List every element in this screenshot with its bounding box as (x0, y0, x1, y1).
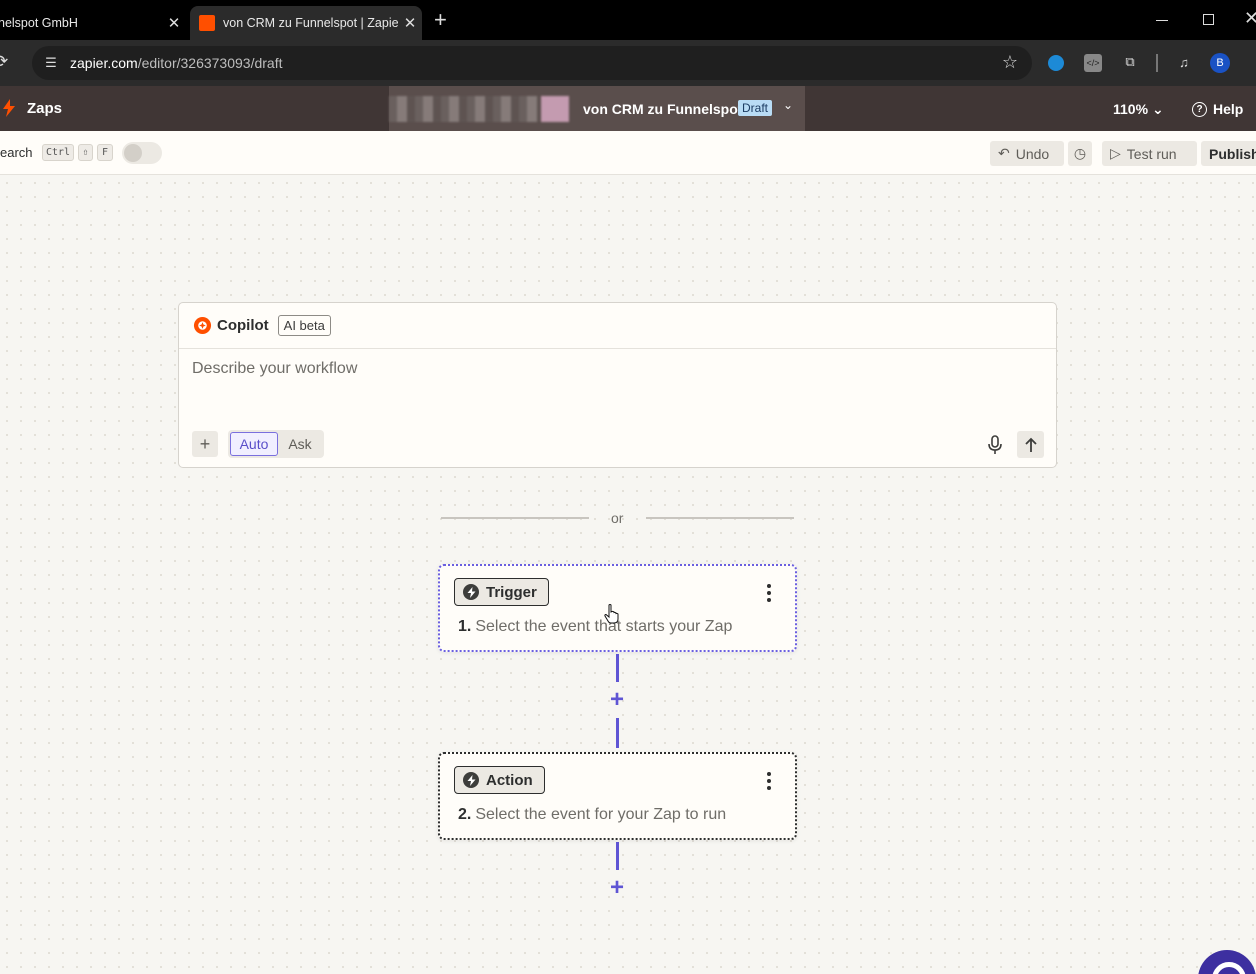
copilot-panel: Copilot AI beta + Auto Ask (178, 302, 1057, 468)
media-control-icon[interactable]: ♫ (1174, 52, 1194, 72)
chevron-down-icon[interactable]: ⌄ (783, 98, 793, 112)
more-options-icon[interactable] (766, 584, 772, 602)
shortcut-ctrl-key: Ctrl (42, 144, 75, 161)
trigger-badge-label: Trigger (486, 583, 537, 601)
copilot-header: Copilot AI beta (179, 303, 1056, 349)
attach-plus-button[interactable]: + (192, 431, 218, 457)
reload-icon[interactable]: ⟳ (0, 52, 8, 72)
browser-tab-strip: nelspot GmbH ✕ von CRM zu Funnelspot | Z… (0, 0, 1256, 40)
send-button[interactable] (1017, 431, 1044, 458)
undo-button[interactable]: ↶ Undo (990, 141, 1064, 166)
copilot-mode-switch: Auto Ask (228, 430, 324, 458)
test-run-label: Test run (1126, 145, 1177, 162)
action-step-card[interactable]: Action 2. Select the event for your Zap t… (438, 752, 797, 840)
or-divider-text: or (611, 510, 624, 526)
undo-arrow-icon: ↶ (998, 145, 1010, 161)
help-question-icon: ? (1192, 101, 1207, 117)
zapier-bolt-icon[interactable] (2, 99, 16, 117)
step-description-text: Select the event for your Zap to run (475, 806, 727, 823)
shortcut-f-key: F (97, 144, 113, 161)
extensions-puzzle-icon[interactable]: ⧉ (1120, 52, 1140, 72)
more-options-icon[interactable] (766, 772, 772, 790)
zapier-header: Zaps von CRM zu Funnelspot Draft ⌄ 110% … (0, 86, 1256, 131)
chevron-down-icon: ⌄ (1151, 101, 1164, 117)
connector-line (616, 654, 619, 682)
connector-line (616, 718, 619, 748)
step-number: 2. (458, 806, 472, 823)
status-badge: Draft (738, 100, 773, 116)
extension-code-icon[interactable]: </> (1084, 54, 1102, 72)
mode-ask-button[interactable]: Ask (278, 436, 322, 452)
undo-label: Undo (1015, 145, 1050, 162)
zapier-favicon-icon (199, 15, 215, 31)
copilot-title: Copilot (217, 317, 269, 334)
browser-menu-icon[interactable]: ⋮ (1250, 52, 1256, 72)
zoom-selector[interactable]: 110% ⌄ (1113, 101, 1164, 118)
action-badge: Action (454, 766, 545, 794)
version-history-button[interactable]: ◷ (1068, 141, 1092, 166)
zaps-nav-link[interactable]: Zaps (27, 100, 62, 117)
copilot-logo-icon (193, 316, 212, 335)
help-button[interactable]: ? Help (1192, 101, 1243, 117)
test-run-button[interactable]: ▷ Test run (1102, 141, 1197, 166)
zap-name[interactable]: von CRM zu Funnelspot (583, 101, 742, 117)
tab-title: nelspot GmbH (0, 16, 78, 30)
window-minimize-icon[interactable] (1156, 20, 1168, 21)
add-step-plus-icon[interactable]: + (607, 876, 627, 900)
browser-tab-1[interactable]: nelspot GmbH ✕ (0, 6, 186, 40)
url-text: zapier.com/editor/326373093/draft (70, 55, 283, 71)
browser-tab-2-active[interactable]: von CRM zu Funnelspot | Zapier ✕ (190, 6, 422, 40)
bookmark-star-icon[interactable]: ☆ (1002, 52, 1018, 73)
trigger-badge: Trigger (454, 578, 549, 606)
action-description: 2. Select the event for your Zap to run (458, 806, 726, 824)
hand-cursor-icon (604, 604, 619, 624)
workflow-description-input[interactable] (192, 360, 1032, 378)
redacted-folder-name (389, 96, 539, 122)
action-badge-label: Action (486, 771, 533, 789)
bolt-icon (463, 772, 479, 788)
zap-title-area[interactable]: von CRM zu Funnelspot Draft ⌄ (389, 86, 805, 131)
site-info-icon[interactable]: ☰ (40, 52, 62, 74)
add-step-plus-icon[interactable]: + (607, 688, 627, 712)
arrow-up-icon (1024, 437, 1037, 452)
view-toggle[interactable] (122, 142, 162, 164)
address-bar[interactable]: ☰ zapier.com/editor/326373093/draft ☆ (32, 46, 1032, 80)
extension-1-icon[interactable] (1048, 55, 1064, 71)
connector-line (616, 842, 619, 870)
window-maximize-icon[interactable] (1203, 14, 1214, 25)
ai-beta-badge: AI beta (277, 315, 331, 336)
window-close-icon[interactable]: ✕ (1244, 8, 1256, 29)
new-tab-plus-icon[interactable]: + (434, 9, 447, 31)
help-label: Help (1213, 101, 1244, 117)
tab-title: von CRM zu Funnelspot | Zapier (223, 16, 398, 30)
shortcut-shift-key: ⇧ (78, 144, 93, 161)
toolbar-separator (1156, 54, 1158, 72)
search-label[interactable]: earch (0, 145, 33, 160)
profile-avatar[interactable]: B (1210, 53, 1230, 73)
tab-close-icon[interactable]: ✕ (398, 14, 422, 32)
mode-auto-button[interactable]: Auto (230, 432, 278, 456)
tab-close-icon[interactable]: ✕ (162, 14, 186, 32)
publish-button[interactable]: Publish (1201, 141, 1256, 166)
history-icon: ◷ (1073, 145, 1087, 161)
play-icon: ▷ (1110, 145, 1121, 161)
step-number: 1. (458, 618, 472, 635)
divider-line-left (441, 517, 589, 519)
redacted-avatar (541, 96, 569, 122)
editor-toolbar: earch Ctrl ⇧ F ↶ Undo ◷ ▷ Test run Publi… (0, 131, 1256, 175)
divider-line-right (646, 517, 794, 519)
microphone-icon[interactable] (985, 434, 1005, 456)
bolt-icon (463, 584, 479, 600)
browser-toolbar: ⟳ ☰ zapier.com/editor/326373093/draft ☆ (0, 40, 1256, 86)
trigger-description: 1. Select the event that starts your Zap (458, 618, 732, 636)
